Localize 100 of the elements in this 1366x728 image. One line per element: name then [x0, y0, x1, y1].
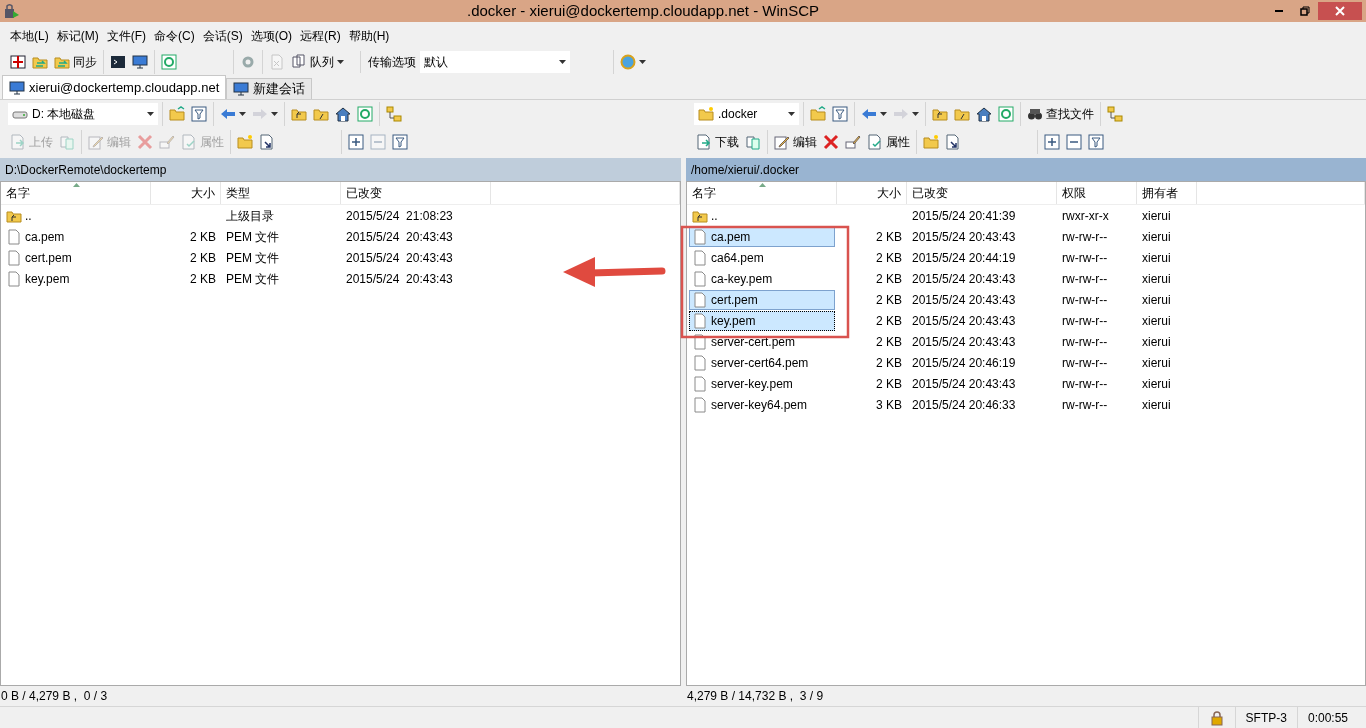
table-cell-text: 2 KB	[875, 354, 903, 372]
file-name-cell[interactable]: ca64.pem	[689, 247, 835, 268]
file-icon	[692, 270, 708, 287]
file-name-cell[interactable]: cert.pem	[689, 289, 835, 310]
table-cell-text: PEM 文件	[225, 228, 281, 246]
menu-item[interactable]: 本地(L)	[6, 26, 53, 46]
menu-item[interactable]: 命令(C)	[150, 26, 199, 46]
forward-arrow-icon	[893, 106, 909, 122]
menu-item[interactable]: 会话(S)	[198, 26, 247, 46]
table-cell-text: 2 KB	[875, 249, 903, 267]
table-cell-text: xierui	[1141, 375, 1172, 393]
column-header[interactable]: 类型	[221, 182, 341, 204]
menu-item[interactable]: 远程(R)	[296, 26, 345, 46]
transfer-settings-dropdown[interactable]: 默认	[420, 51, 570, 73]
table-cell-text: 2 KB	[875, 270, 903, 288]
table-cell-text: 2015/5/24 20:43:43	[911, 333, 1017, 351]
table-cell-text: 2015/5/24 20:43:43	[345, 270, 454, 288]
file-name-cell[interactable]: server-cert64.pem	[689, 352, 835, 373]
filter-icon	[392, 134, 408, 150]
upload-icon	[10, 134, 26, 150]
location-dropdown[interactable]: D: 本地磁盘	[8, 103, 158, 125]
file-name-cell[interactable]: key.pem	[689, 310, 835, 331]
table-cell-text: 2015/5/24 20:43:43	[911, 270, 1017, 288]
menu-item[interactable]: 文件(F)	[102, 26, 150, 46]
folder-sync-icon	[32, 54, 48, 70]
file-name-cell[interactable]: key.pem	[3, 268, 149, 289]
file-name-cell[interactable]: cert.pem	[3, 247, 149, 268]
properties-icon	[181, 134, 197, 150]
folder-icon	[698, 106, 714, 122]
column-header[interactable]: 权限	[1057, 182, 1137, 204]
file-name-cell[interactable]: ..	[3, 205, 149, 226]
menu-item[interactable]: 标记(M)	[52, 26, 103, 46]
file-name-cell[interactable]: server-key.pem	[689, 373, 835, 394]
file-icon	[692, 333, 708, 350]
folder-icon	[291, 106, 307, 122]
menu-item[interactable]: 选项(O)	[246, 26, 296, 46]
restore-icon	[1300, 6, 1310, 16]
table-cell-text: rw-rw-r--	[1061, 228, 1109, 246]
table-cell-text: 2015/5/24 20:43:43	[911, 291, 1017, 309]
table-cell-text: 2015/5/24 20:43:43	[911, 312, 1017, 330]
close-button[interactable]	[1318, 2, 1362, 20]
table-cell-text: rw-rw-r--	[1061, 375, 1109, 393]
path-bar: /home/xierui/.docker	[686, 158, 1366, 181]
table-cell-text: 2015/5/24 20:43:43	[911, 375, 1017, 393]
globe-icon	[620, 54, 636, 70]
toolbar-button[interactable]: 编辑	[771, 130, 820, 154]
file-icon	[6, 249, 22, 266]
menu-item[interactable]: 帮助(H)	[344, 26, 394, 46]
table-cell-text: xierui	[1141, 249, 1172, 267]
forward-arrow-icon	[252, 106, 268, 122]
table-cell-text: rw-rw-r--	[1061, 354, 1109, 372]
monitor-icon	[9, 79, 25, 96]
file-name-cell[interactable]: ..	[689, 205, 835, 226]
table-cell-text: xierui	[1141, 354, 1172, 372]
rename-icon	[159, 134, 175, 150]
session-tab[interactable]: 新建会话	[226, 78, 313, 99]
delete-icon	[823, 134, 839, 150]
table-cell-text: xierui	[1141, 228, 1172, 246]
close-icon	[1335, 6, 1345, 16]
column-header[interactable]: 已改变	[341, 182, 491, 204]
minus-icon	[1066, 134, 1082, 150]
column-header[interactable]: 名字	[1, 182, 151, 204]
file-icon	[692, 354, 708, 371]
caret-icon	[147, 112, 154, 116]
file-name-cell[interactable]: ca.pem	[3, 226, 149, 247]
table-cell-text: 2 KB	[189, 228, 217, 246]
file-icon	[692, 312, 708, 329]
window-title: .docker - xierui@dockertemp.cloudapp.net - WinSCP	[465, 0, 820, 21]
column-header[interactable]: 大小	[151, 182, 221, 204]
computer-icon	[132, 54, 148, 70]
toolbar-button[interactable]: 下载	[693, 130, 742, 154]
toolbar-button[interactable]: 队列	[288, 50, 347, 74]
protocol-status: SFTP-3	[1234, 707, 1297, 728]
caret-icon	[559, 60, 566, 64]
location-dropdown[interactable]: .docker	[694, 103, 799, 125]
table-cell-text: rw-rw-r--	[1061, 291, 1109, 309]
tree-icon	[1107, 106, 1123, 122]
column-header[interactable]: 大小	[837, 182, 907, 204]
column-header[interactable]: 名字	[687, 182, 837, 204]
pencil-icon	[774, 134, 790, 150]
session-tab[interactable]: xierui@dockertemp.cloudapp.net	[2, 75, 227, 99]
toolbar-button[interactable]: 属性	[864, 130, 913, 154]
column-header[interactable]: 拥有者	[1137, 182, 1197, 204]
file-name-cell[interactable]: server-key64.pem	[689, 394, 835, 415]
home-icon	[335, 106, 351, 122]
folder-sync-icon	[54, 54, 70, 70]
file-name-cell[interactable]: ca.pem	[689, 226, 835, 247]
toolbar-button[interactable]: 查找文件	[1024, 102, 1097, 126]
settings-icon	[240, 54, 256, 70]
filter-icon	[1088, 134, 1104, 150]
toolbar-button[interactable]: 同步	[51, 50, 100, 74]
table-cell-text: 2 KB	[189, 270, 217, 288]
documents-icon	[291, 54, 307, 70]
file-name-cell[interactable]: ca-key.pem	[689, 268, 835, 289]
shortcut-icon	[259, 134, 275, 150]
column-header[interactable]: 已改变	[907, 182, 1057, 204]
table-cell-text: rw-rw-r--	[1061, 249, 1109, 267]
table-cell-text: 2015/5/24 20:43:43	[345, 228, 454, 246]
file-name-cell[interactable]: server-cert.pem	[689, 331, 835, 352]
folder-icon	[923, 134, 939, 150]
